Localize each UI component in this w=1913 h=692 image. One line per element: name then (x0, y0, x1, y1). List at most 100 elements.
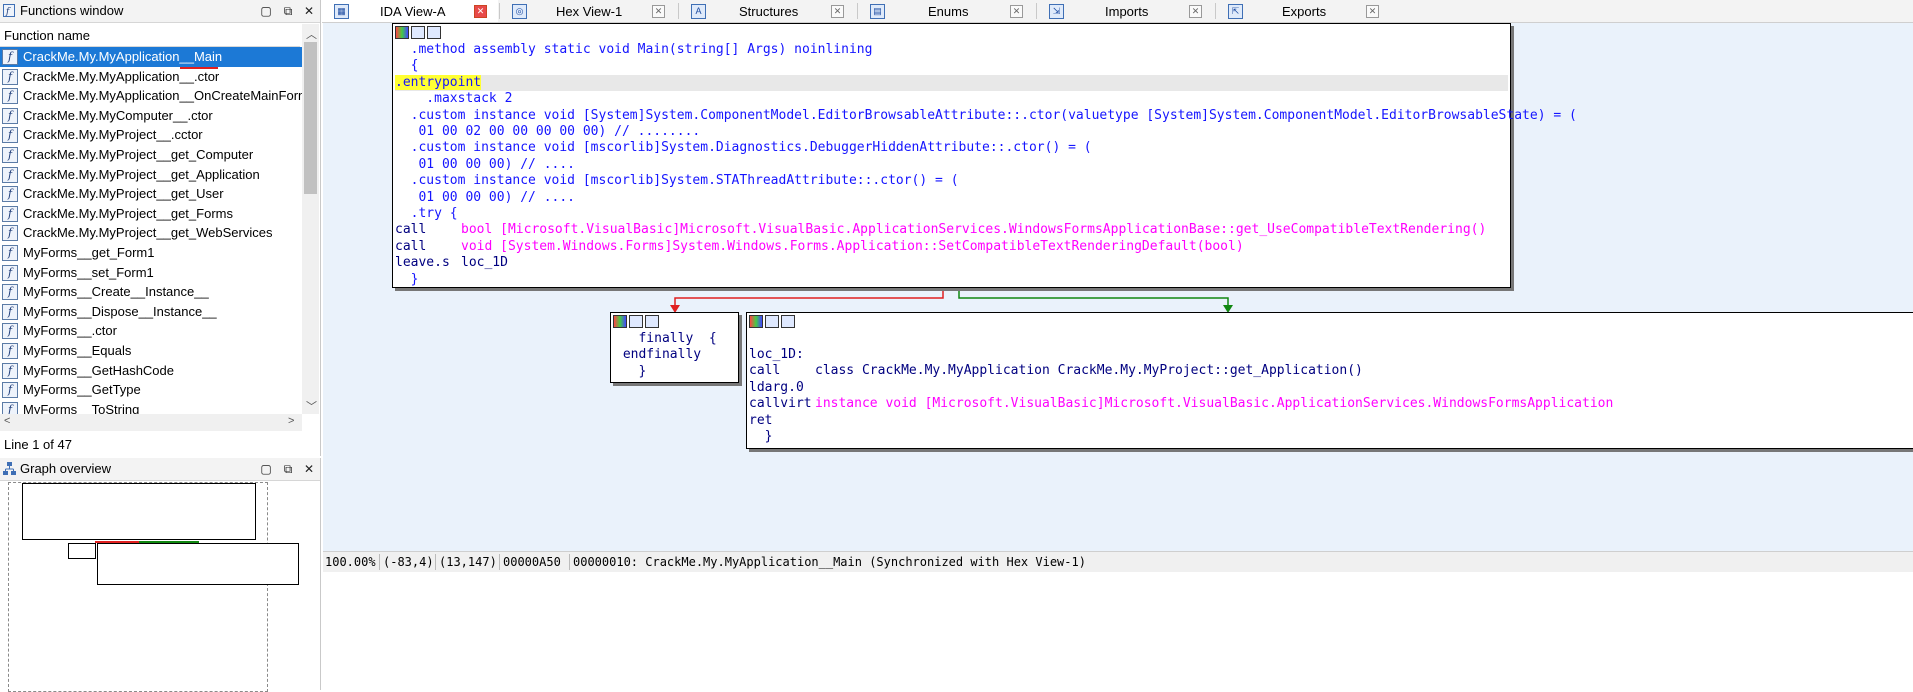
function-list-item[interactable]: f CrackMe.My.MyApplication__OnCreateMainF… (0, 86, 302, 106)
instruction-mnemonic[interactable]: call (395, 239, 426, 255)
tab-label: IDA View-A (380, 4, 446, 19)
scroll-up-icon[interactable]: ︿ (306, 26, 317, 42)
code-line[interactable]: 01 00 00 00) // .... (395, 157, 575, 173)
close-tab-icon[interactable]: ✕ (1366, 5, 1379, 18)
instruction-mnemonic[interactable]: callvirt (749, 396, 812, 412)
ida-graph-view[interactable]: .method assembly static void Main(string… (323, 23, 1913, 551)
function-list-item[interactable]: f MyForms__Create__Instance__ (0, 282, 302, 302)
tab-enums[interactable]: ▤ Enums ✕ (858, 0, 1036, 22)
instruction-operand[interactable]: instance void [Microsoft.VisualBasic]Mic… (815, 396, 1613, 412)
code-line[interactable]: 01 00 00 00) // .... (395, 190, 575, 206)
column-header-label: Function name (4, 28, 90, 43)
instruction-operand[interactable]: bool [Microsoft.VisualBasic]Microsoft.Vi… (461, 222, 1486, 238)
status-bar: 100.00% (-83,4) (13,147) 00000A50 000000… (323, 551, 1913, 572)
close-tab-icon[interactable]: ✕ (831, 5, 844, 18)
function-list-item[interactable]: f MyForms__set_Form1 (0, 263, 302, 283)
node-group-icon[interactable] (781, 315, 795, 328)
tab-label: Imports (1105, 4, 1149, 19)
loc-1d-code-node[interactable]: loc_1D: call class CrackMe.My.MyApplicatio… (746, 312, 1913, 449)
float-window-icon[interactable]: ▢ (258, 3, 274, 19)
finally-code-node[interactable]: finally { endfinally } (610, 312, 739, 383)
node-group-icon[interactable] (427, 26, 441, 39)
node-color-icon[interactable] (749, 315, 763, 328)
function-list: f CrackMe.My.MyApplication__Main f CrackMe.… (0, 47, 302, 415)
main-code-node[interactable]: .method assembly static void Main(string… (392, 23, 1577, 288)
hex-icon: ◎ (512, 4, 527, 19)
instruction-operand[interactable]: void [System.Windows.Forms]System.Window… (461, 239, 1244, 255)
function-list-item[interactable]: f MyForms__Equals (0, 341, 302, 361)
tab-imports[interactable]: ⇲ Imports ✕ (1037, 0, 1215, 22)
enums-icon: ▤ (870, 4, 885, 19)
instruction-mnemonic[interactable]: ldarg.0 (749, 380, 804, 396)
function-list-vertical-scrollbar[interactable]: ︿ ﹀ (302, 24, 319, 414)
scrollbar-thumb[interactable] (304, 42, 317, 194)
code-line[interactable]: .entrypoint (395, 74, 1508, 91)
dock-overview-icon[interactable]: ⧉ (280, 461, 296, 477)
node-rename-icon[interactable] (629, 315, 643, 328)
function-list-item[interactable]: f CrackMe.My.MyProject__get_Application (0, 165, 302, 185)
function-list-item[interactable]: f MyForms__GetHashCode (0, 361, 302, 381)
scroll-down-icon[interactable]: ﹀ (306, 398, 317, 414)
function-list-item[interactable]: f CrackMe.My.MyApplication__.ctor (0, 67, 302, 87)
close-window-icon[interactable]: ✕ (301, 3, 317, 19)
node-group-icon[interactable] (645, 315, 659, 328)
tab-structures[interactable]: A Structures ✕ (679, 0, 857, 22)
code-line[interactable]: { (395, 58, 419, 74)
function-list-horizontal-scrollbar[interactable]: < > (0, 414, 302, 431)
node-color-icon[interactable] (395, 26, 409, 39)
close-overview-icon[interactable]: ✕ (301, 461, 317, 477)
close-tab-icon[interactable]: ✕ (652, 5, 665, 18)
code-line[interactable]: .custom instance void [System]System.Com… (395, 108, 1577, 124)
graph-overview-viewport[interactable] (8, 482, 299, 692)
function-list-item[interactable]: f CrackMe.My.MyProject__.cctor (0, 125, 302, 145)
code-line[interactable]: .method assembly static void Main(string… (395, 42, 873, 58)
function-list-item[interactable]: f CrackMe.My.MyProject__get_Computer (0, 145, 302, 165)
function-list-item[interactable]: f CrackMe.My.MyProject__get_User (0, 184, 302, 204)
function-name: CrackMe.My.MyApplication__OnCreateMainFo… (23, 88, 302, 104)
tab-ida-view-a[interactable]: ▦ IDA View-A ✕ (322, 0, 498, 22)
function-name-column-header[interactable]: Function name (0, 24, 300, 47)
scroll-right-icon[interactable]: > (288, 415, 294, 427)
finally-line[interactable]: finally { (615, 331, 716, 347)
function-name: MyForms__Dispose__Instance__ (23, 303, 217, 319)
node-rename-icon[interactable] (765, 315, 779, 328)
instruction-mnemonic[interactable]: call (395, 222, 426, 238)
node-rename-icon[interactable] (411, 26, 425, 39)
close-tab-icon[interactable]: ✕ (474, 5, 487, 18)
tab-hex-view-1[interactable]: ◎ Hex View-1 ✕ (500, 0, 678, 22)
instruction-operand[interactable]: loc_1D (461, 255, 508, 271)
code-line[interactable]: .try { (395, 206, 458, 222)
function-list-item[interactable]: f MyForms__ToString (0, 400, 302, 415)
function-name: MyForms__GetType (23, 382, 141, 398)
imports-icon: ⇲ (1049, 4, 1064, 19)
close-tab-icon[interactable]: ✕ (1189, 5, 1202, 18)
instruction-mnemonic[interactable]: call (749, 363, 780, 379)
code-line[interactable]: .custom instance void [mscorlib]System.S… (395, 173, 959, 189)
tab-exports[interactable]: ⇱ Exports ✕ (1216, 0, 1394, 22)
instruction-mnemonic[interactable]: leave.s (395, 255, 450, 271)
function-list-item[interactable]: f CrackMe.My.MyApplication__Main (0, 47, 302, 67)
finally-line[interactable]: } (615, 364, 646, 380)
function-list-item[interactable]: f CrackMe.My.MyComputer__.ctor (0, 106, 302, 126)
code-line[interactable]: .maxstack 2 (395, 91, 512, 107)
instruction-mnemonic[interactable]: ret (749, 413, 772, 429)
code-line[interactable]: .custom instance void [mscorlib]System.D… (395, 140, 1092, 156)
instruction-operand[interactable]: class CrackMe.My.MyApplication CrackMe.M… (815, 363, 1363, 379)
scroll-left-icon[interactable]: < (4, 415, 10, 427)
dock-window-icon[interactable]: ⧉ (280, 3, 296, 19)
loc-label[interactable]: loc_1D: (749, 347, 804, 363)
function-list-item[interactable]: f MyForms__Dispose__Instance__ (0, 302, 302, 322)
graph-coords: (13,147) (439, 555, 497, 569)
function-list-item[interactable]: f CrackMe.My.MyProject__get_Forms (0, 204, 302, 224)
graph-icon: ▦ (334, 4, 349, 19)
function-list-item[interactable]: f MyForms__.ctor (0, 321, 302, 341)
function-list-item[interactable]: f MyForms__GetType (0, 380, 302, 400)
code-line[interactable]: 01 00 02 00 00 00 00 00) // ........ (395, 124, 700, 140)
node-color-icon[interactable] (613, 315, 627, 328)
float-overview-icon[interactable]: ▢ (258, 461, 274, 477)
finally-line[interactable]: endfinally (615, 347, 701, 363)
text-cursor-underline (180, 67, 218, 69)
function-list-item[interactable]: f CrackMe.My.MyProject__get_WebServices (0, 223, 302, 243)
close-tab-icon[interactable]: ✕ (1010, 5, 1023, 18)
function-list-item[interactable]: f MyForms__get_Form1 (0, 243, 302, 263)
